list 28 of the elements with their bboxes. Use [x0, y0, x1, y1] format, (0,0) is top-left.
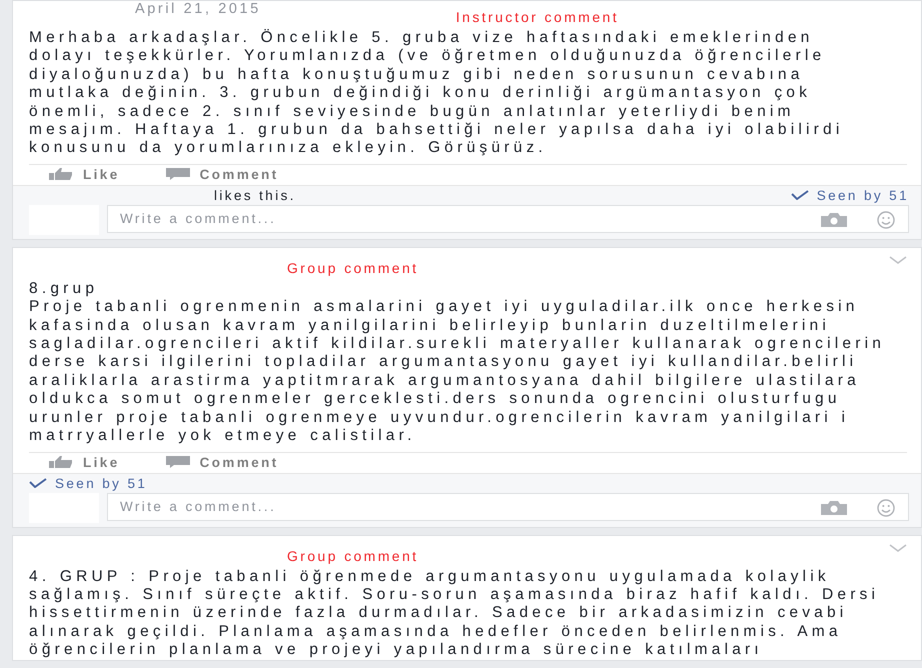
like-button[interactable]: Like: [49, 454, 120, 470]
camera-icon[interactable]: [821, 212, 847, 227]
comment-heading: Group comment: [287, 260, 419, 276]
seen-count: Seen by 51: [29, 476, 148, 490]
chevron-down-icon[interactable]: [889, 256, 907, 265]
post-text: 4. GRUP : Proje tabanli öğrenmede argumantasyonu uygulamada kolaylik sağlamış. Sınıf süreçte aktif. Soru-sorun aşamasında biraz hafif kaldı. Dersi hissettirmenin üzerinde fazla durmadılar. Sadece bir arkadasimizin cevabi alınarak geçildi. Planlama aşamasında hedefler önceden belirlenmis. Ama öğrencilerin planlama ve projeyi yapılandırma sürecine katılmaları: [29, 568, 880, 660]
comment-field[interactable]: Write a comment...: [107, 204, 909, 233]
checkmark-icon: [790, 190, 809, 200]
camera-icon[interactable]: [821, 500, 847, 514]
smiley-icon[interactable]: [877, 210, 895, 229]
speech-bubble-icon: [166, 168, 190, 180]
comment-button[interactable]: Comment: [166, 166, 279, 182]
likes-text: likes this.: [214, 188, 296, 203]
comment-button[interactable]: Comment: [166, 454, 279, 470]
checkmark-icon: [29, 478, 47, 488]
speech-bubble-icon: [166, 456, 190, 468]
post-text: Merhaba arkadaşlar. Öncelikle 5. gruba vize haftasındaki emeklerinden dolayı teşekkürler. Yorumlanızda (ve öğretmen olduğunuzda öğrencilerle diyaloğunuzda) bu hafta konuştuğumuz gibi neden sorusunun cevabına mutlaka değinin. 3. grubun değindiği konu derinliği argümantasyon çok önemli, sadece 2. sınıf seviyesinde bugün anlatınlar yeterliydi benim mesajım. Haftaya 1. grubun da bahsettiği neler yapılsa daha iyi olabilirdi konusunu da yorumlarınıza ekleyin. Görüşürüz.: [29, 29, 844, 158]
post-text: 8.grup Proje tabanli ogrenmenin asmalarini gayet iyi uyguladilar.ilk once herkesin kafasinda olusan kavram yanilgilarini belirleyip bunlarin duzeltilmelerini sagladilar.ogrencileri aktif kildilar.surekli materyaller kullanarak ogrencilerin derse karsi ilgilerini topladilar argumantasyonu gayet iyi kullandilar.belirli araliklarla arastirma yaptitmrarak argumantosyana dahil bilgilere ulastilara oldukca somut ogrenmeler gerceklesti.ders sonunda ogrencini olusturfugu urunler proje tabanli ogrenmeye uyvundur.ogrencilerin kavram yanilgilari i matrryallerle yok etmeye calistilar.: [29, 280, 886, 446]
comment-heading: Instructor comment: [456, 9, 619, 25]
thumbs-up-icon: [49, 456, 73, 468]
like-button[interactable]: Like: [49, 166, 120, 182]
comment-field[interactable]: Write a comment...: [107, 492, 909, 520]
chevron-down-icon[interactable]: [889, 544, 907, 552]
smiley-icon[interactable]: [877, 498, 895, 516]
thumbs-up-icon: [49, 168, 73, 180]
post-date: April 21, 2015: [135, 1, 261, 17]
seen-count: Seen by 51: [790, 188, 909, 203]
comment-heading: Group comment: [287, 548, 419, 564]
